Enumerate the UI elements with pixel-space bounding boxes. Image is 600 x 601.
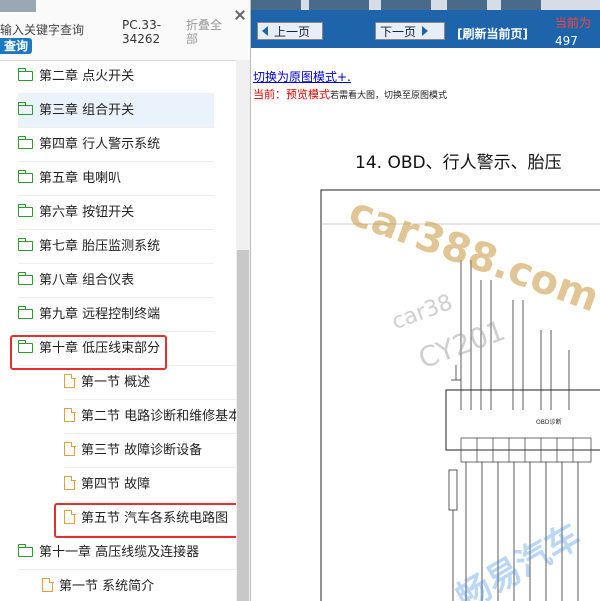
tree-item-chapter-7[interactable]: 第七章 胎压监测系统 — [18, 230, 214, 264]
doc-code: PC.33-34262 — [122, 18, 162, 46]
file-icon — [42, 577, 54, 592]
mode-status-suffix: 若需看大图，切换至原图模式 — [330, 91, 448, 101]
search-input[interactable]: 输入关键字查询 — [0, 21, 84, 38]
tree-item-label: 第六章 按钮开关 — [39, 205, 135, 220]
tree-item-label: 第八章 组合仪表 — [39, 273, 135, 288]
file-icon — [64, 407, 76, 422]
tree-item-chapter-6[interactable]: 第六章 按钮开关 — [18, 196, 214, 230]
tree-item-chapter-8[interactable]: 第八章 组合仪表 — [18, 264, 214, 298]
mode-status-prefix: 当前：预览模式 — [253, 88, 330, 101]
switch-original-link[interactable]: 切换为原图模式+. — [253, 68, 351, 85]
refresh-page-link[interactable]: [刷新当前页] — [457, 25, 528, 42]
toolbar-tab[interactable] — [501, 0, 541, 10]
folder-icon — [18, 306, 33, 319]
current-page-number: 497 — [555, 34, 578, 48]
tree-item-section-1[interactable]: 第一节 概述 — [64, 366, 236, 400]
tree-item-label: 第十一章 高压线缆及连接器 — [39, 545, 200, 560]
prev-page-button[interactable]: 上一页 — [257, 22, 323, 40]
highlight-box — [10, 335, 167, 370]
tree-item-label: 第三章 组合开关 — [39, 103, 135, 118]
sidebar-header: 输入关键字查询 查询 PC.33-34262 折叠全部 — [0, 0, 250, 61]
tree-item-section-2[interactable]: 第二节 电路诊断和维修基本 — [64, 400, 236, 434]
folder-icon — [18, 170, 33, 183]
tree-item-section-3[interactable]: 第三节 故障诊断设备 — [64, 434, 236, 468]
tree-item-chapter-11[interactable]: 第十一章 高压线缆及连接器 — [18, 536, 236, 570]
folder-icon — [18, 204, 33, 217]
tree-item-label: 第一节 概述 — [81, 375, 151, 390]
highlight-box — [54, 503, 239, 538]
sidebar: 输入关键字查询 查询 PC.33-34262 折叠全部 第二章 点火开关 第三章… — [0, 0, 251, 601]
file-icon — [64, 475, 76, 490]
tree-item-chapter-4[interactable]: 第四章 行人警示系统 — [18, 128, 214, 162]
tree-item-label: 第二节 电路诊断和维修基本 — [81, 409, 236, 424]
obd-connector-label: OBD诊断 — [536, 418, 561, 426]
next-page-label: 下一页 — [380, 25, 417, 39]
toolbar-tab[interactable] — [251, 0, 301, 10]
folder-icon — [18, 238, 33, 251]
toolbar-tab[interactable] — [381, 0, 431, 10]
tree-item-label: 第五章 电喇叭 — [39, 171, 122, 186]
folder-icon — [18, 136, 33, 149]
tree-item-chapter-9[interactable]: 第九章 远程控制终端 — [18, 298, 214, 332]
file-icon — [64, 441, 76, 456]
tree-item-label: 第九章 远程控制终端 — [39, 307, 161, 322]
tree-item-chapter-3[interactable]: 第三章 组合开关 — [18, 94, 214, 128]
query-button[interactable]: 查询 — [0, 38, 33, 54]
folder-icon — [18, 272, 33, 285]
arrow-left-icon — [262, 26, 268, 36]
next-page-button[interactable]: 下一页 — [375, 22, 445, 40]
sidebar-top-strip — [0, 0, 36, 12]
folder-icon — [18, 544, 33, 557]
toolbar-tab[interactable] — [309, 0, 369, 10]
wiring-diagram: OBD诊断 — [320, 189, 600, 601]
toolbar: 上一页 下一页 [刷新当前页] 当前为 497 — [251, 0, 600, 48]
toolbar-tab[interactable] — [447, 0, 487, 10]
tree-item-section-4[interactable]: 第四节 故障 — [64, 468, 236, 502]
document-title: 14. OBD、行人警示、胎压 — [355, 153, 562, 173]
scrollbar-thumb[interactable] — [237, 250, 249, 601]
tree-item-label: 第一节 系统简介 — [59, 579, 155, 594]
document-viewer: 上一页 下一页 [刷新当前页] 当前为 497 切换为原图模式+. 当前：预览模… — [251, 0, 600, 601]
current-page-label: 当前为 — [555, 16, 592, 30]
tree-item-label: 第四节 故障 — [81, 477, 151, 492]
tree-item-chapter-2[interactable]: 第二章 点火开关 — [18, 60, 214, 94]
file-icon — [64, 373, 76, 388]
close-icon[interactable] — [235, 10, 245, 20]
fold-all-button[interactable]: 折叠全部 — [186, 18, 222, 46]
tree-item-chapter-5[interactable]: 第五章 电喇叭 — [18, 162, 214, 196]
arrow-right-icon — [422, 26, 429, 36]
folder-icon — [18, 68, 33, 81]
mode-status: 当前：预览模式若需看大图，切换至原图模式 — [253, 86, 447, 102]
tree-item-label: 第三节 故障诊断设备 — [81, 443, 203, 458]
tree-item-label: 第四章 行人警示系统 — [39, 137, 161, 152]
tree-item-label: 第七章 胎压监测系统 — [39, 239, 161, 254]
folder-icon — [18, 102, 33, 115]
prev-page-label: 上一页 — [274, 25, 311, 39]
tree-item-label: 第二章 点火开关 — [39, 69, 135, 84]
tree-item-section-11-1[interactable]: 第一节 系统简介 — [42, 570, 236, 601]
